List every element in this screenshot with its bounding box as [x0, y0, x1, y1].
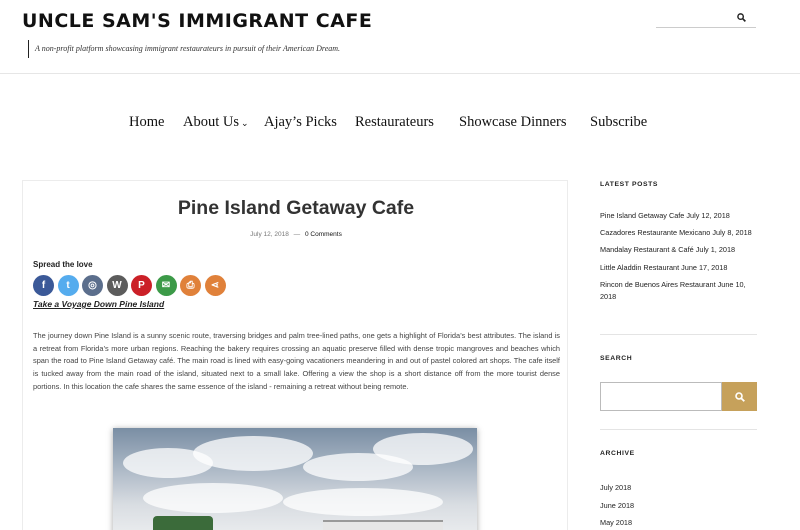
site-title[interactable]: UNCLE SAM'S IMMIGRANT CAFE — [22, 10, 372, 32]
post-paragraph: The journey down Pine Island is a sunny … — [33, 331, 560, 391]
meta-separator: — — [293, 231, 301, 238]
latest-post-title: Mandalay Restaurant & Café — [600, 245, 694, 255]
latest-post-date: July 12, 2018 — [686, 211, 730, 220]
latest-post-title: Pine Island Getaway Cafe — [600, 211, 685, 220]
more-share-icon[interactable]: ⋖ — [204, 275, 226, 296]
latest-post-title: Little Aladdin Restaurant — [600, 262, 680, 272]
latest-post-date: July 8, 2018 — [712, 228, 752, 238]
header-search[interactable] — [656, 10, 756, 28]
latest-post-link[interactable]: Pine Island Getaway Cafe July 12, 2018 — [600, 210, 760, 222]
search-icon[interactable] — [737, 13, 746, 22]
nav-ajays-picks[interactable]: Ajay’s Picks — [264, 114, 337, 131]
nav-home[interactable]: Home — [129, 114, 164, 131]
pinterest-icon[interactable]: P — [131, 275, 152, 296]
main-nav: Home About Us ⌄ Ajay’s Picks Restaurateur… — [0, 114, 800, 134]
post-date[interactable]: July 12, 2018 — [250, 231, 289, 238]
search-icon — [735, 392, 745, 402]
chevron-down-icon: ⌄ — [241, 118, 249, 128]
latest-post-date: July 1, 2018 — [695, 245, 736, 255]
nav-about-us[interactable]: About Us ⌄ — [183, 114, 249, 131]
latest-post-title: Rincon de Buenos Aires Restaurant — [600, 279, 716, 289]
nav-showcase-dinners[interactable]: Showcase Dinners — [459, 114, 567, 131]
facebook-icon[interactable]: f — [33, 275, 54, 296]
header-divider — [0, 73, 800, 74]
post-meta: July 12, 2018 — 0 Comments — [23, 231, 569, 238]
nav-subscribe[interactable]: Subscribe — [590, 114, 647, 131]
archive-link[interactable]: June 2018 — [600, 497, 634, 515]
latest-post-link[interactable]: Mandalay Restaurant & Café July 1, 2018 — [600, 244, 760, 256]
archive-link[interactable]: May 2018 — [600, 514, 634, 530]
sidebar-divider — [600, 429, 757, 430]
post-comments-link[interactable]: 0 Comments — [305, 231, 342, 238]
latest-post-date: June 17, 2018 — [681, 262, 728, 272]
nav-about-us-label: About Us — [183, 114, 239, 130]
search-button[interactable] — [722, 382, 757, 411]
spread-the-love-label: Spread the love — [33, 260, 93, 269]
latest-posts-list: Pine Island Getaway Cafe July 12, 2018 Ca… — [600, 210, 760, 308]
latest-post-link[interactable]: Rincon de Buenos Aires Restaurant June 1… — [600, 279, 760, 303]
post-title: Pine Island Getaway Cafe — [177, 197, 415, 219]
print-icon[interactable]: ⎙ — [180, 275, 201, 296]
latest-post-link[interactable]: Little Aladdin Restaurant June 17, 2018 — [600, 262, 760, 274]
email-icon[interactable]: ✉ — [155, 275, 177, 296]
latest-post-link[interactable]: Cazadores Restaurante Mexicano July 8, 2… — [600, 227, 760, 239]
latest-posts-heading: LATEST POSTS — [600, 181, 659, 188]
sidebar-search-input[interactable] — [600, 382, 722, 411]
sidebar-divider — [600, 334, 757, 335]
post-subheading: Take a Voyage Down Pine Island — [33, 299, 165, 309]
nav-restaurateurs[interactable]: Restaurateurs — [355, 114, 434, 131]
post-photo — [113, 428, 477, 530]
header-search-input[interactable] — [656, 10, 736, 27]
latest-post-title: Cazadores Restaurante Mexicano — [600, 228, 711, 238]
site-tagline: A non-profit platform showcasing immigra… — [28, 40, 340, 58]
wordpress-icon[interactable]: W — [106, 275, 128, 296]
twitter-icon[interactable]: t — [57, 275, 79, 296]
search-heading: SEARCH — [600, 355, 633, 362]
archive-list: July 2018 June 2018 May 2018 — [600, 479, 634, 530]
archive-heading: ARCHIVE — [600, 450, 635, 457]
archive-link[interactable]: July 2018 — [600, 479, 634, 497]
instagram-icon[interactable]: ◎ — [82, 275, 103, 296]
sidebar-search — [600, 382, 757, 411]
